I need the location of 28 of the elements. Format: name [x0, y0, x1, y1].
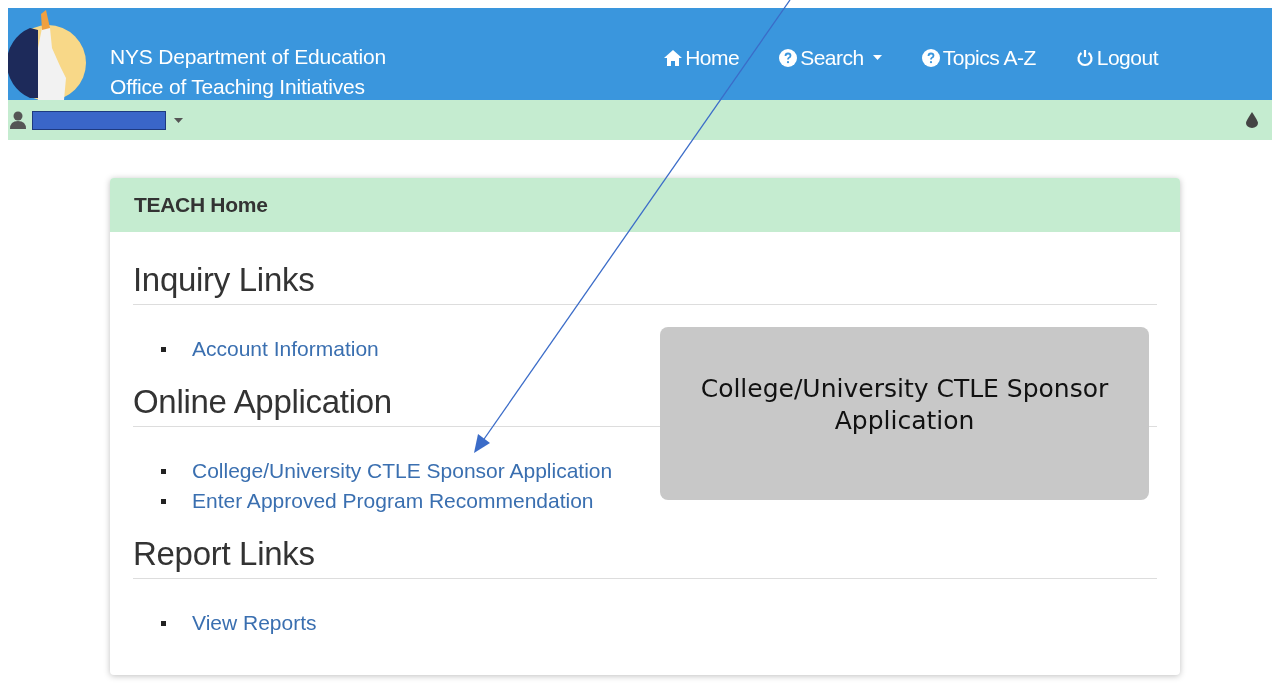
site-title: Office of Teaching Initiatives: [110, 74, 366, 100]
link[interactable]: Account Information: [192, 333, 379, 365]
drop-icon: [1246, 112, 1258, 128]
caret-icon: [174, 117, 183, 123]
bullet-icon: [161, 620, 166, 626]
nav-link[interactable]: Topics A-Z: [921, 42, 1036, 74]
home-icon: [664, 49, 683, 66]
bullet-icon: [161, 346, 166, 352]
nav-link[interactable]: Logout: [1075, 42, 1158, 74]
section-heading: Report Links: [133, 535, 315, 572]
caret-icon: [872, 55, 882, 61]
nav-link[interactable]: Search: [779, 42, 882, 74]
link[interactable]: Enter Approved Program Recommendation: [192, 485, 594, 517]
callout-text: College/University CTLE Sponsor Application: [699, 373, 1110, 437]
link[interactable]: View Reports: [192, 607, 317, 639]
question-icon: [921, 48, 940, 67]
user-menu-button[interactable]: [174, 117, 183, 123]
nav-link[interactable]: Home: [664, 42, 740, 74]
section-heading: Online Application: [133, 383, 392, 420]
link[interactable]: College/University CTLE Sponsor Application: [192, 455, 613, 487]
user-icon: [10, 111, 26, 129]
section-heading: Inquiry Links: [133, 261, 315, 298]
question-icon: [779, 48, 798, 67]
site-title: NYS Department of Education: [110, 44, 386, 70]
card-title: TEACH Home: [134, 192, 268, 219]
bullet-icon: [161, 468, 166, 474]
bullet-icon: [161, 498, 166, 504]
power-icon: [1075, 48, 1094, 67]
